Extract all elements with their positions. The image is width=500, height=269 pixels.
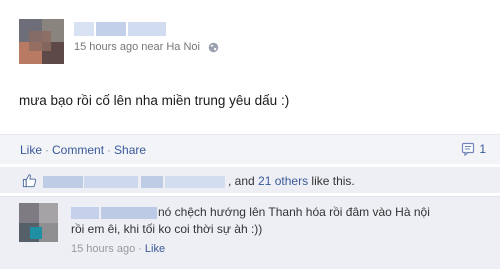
story-card: 15 hours ago near Ha Noi mưa bạo rồi cố … bbox=[0, 0, 500, 269]
globe-icon[interactable] bbox=[208, 42, 219, 53]
comment-count-value: 1 bbox=[479, 142, 486, 156]
commenter-name[interactable] bbox=[71, 207, 157, 219]
likes-summary: , and 21 others like this. bbox=[228, 174, 355, 188]
comment-meta: 15 hours ago · Like bbox=[71, 243, 165, 255]
separator-dot: · bbox=[138, 243, 142, 255]
share-link[interactable]: Share bbox=[114, 143, 146, 157]
likes-suffix: like this. bbox=[308, 174, 355, 188]
post-timestamp[interactable]: 15 hours ago near Ha Noi bbox=[74, 41, 200, 53]
others-link[interactable]: 21 others bbox=[258, 174, 308, 188]
comment-text: nó chệch hướng lên Thanh hóa rồi đâm vào… bbox=[71, 204, 488, 238]
likes-separator: , and bbox=[228, 174, 259, 188]
thumbs-up-icon bbox=[22, 174, 37, 188]
comment-bubble-icon bbox=[462, 142, 475, 157]
like-link[interactable]: Like bbox=[20, 143, 42, 157]
post-message: mưa bạo rồi cố lên nha miền trung yêu dấ… bbox=[19, 93, 290, 108]
comment-text-line1: nó chệch hướng lên Thanh hóa rồi đâm vào… bbox=[158, 205, 430, 219]
action-bar: Like · Comment · Share 1 bbox=[0, 134, 500, 164]
likers-names[interactable] bbox=[43, 176, 226, 189]
likes-row: , and 21 others like this. bbox=[0, 167, 500, 193]
separator-dot: · bbox=[45, 143, 50, 157]
author-name[interactable] bbox=[74, 22, 166, 36]
comment-item: nó chệch hướng lên Thanh hóa rồi đâm vào… bbox=[0, 196, 500, 269]
author-avatar[interactable] bbox=[19, 19, 64, 64]
comment-count[interactable]: 1 bbox=[461, 142, 486, 157]
separator-dot: · bbox=[107, 143, 112, 157]
comment-link[interactable]: Comment bbox=[52, 143, 104, 157]
comment-like-link[interactable]: Like bbox=[145, 243, 165, 255]
commenter-avatar[interactable] bbox=[19, 203, 58, 242]
comment-text-line2: rồi em êi, khi tối ko coi thời sự àh :)) bbox=[71, 222, 263, 236]
post-meta: 15 hours ago near Ha Noi bbox=[74, 41, 219, 53]
comment-timestamp[interactable]: 15 hours ago bbox=[71, 243, 135, 255]
